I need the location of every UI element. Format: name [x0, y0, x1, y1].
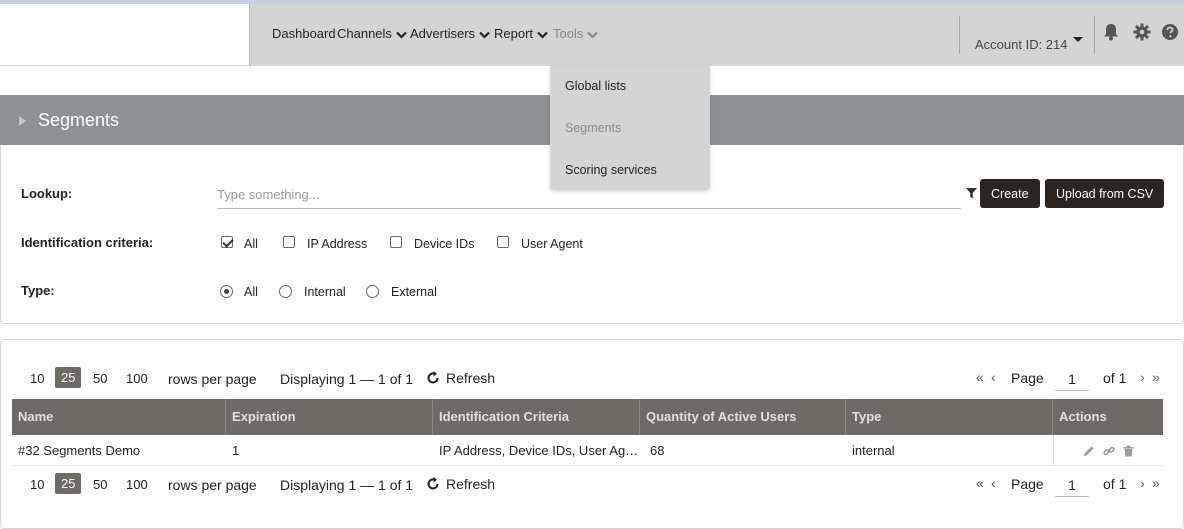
refresh-icon — [427, 477, 439, 490]
last-page-icon[interactable]: » — [1152, 475, 1160, 491]
upload-csv-button[interactable]: Upload from CSV — [1045, 179, 1165, 208]
refresh-button[interactable]: Refresh — [426, 370, 495, 386]
delete-trash-icon[interactable] — [1123, 444, 1134, 462]
column-header-expiration[interactable]: Expiration — [226, 399, 433, 435]
cell-criteria: IP Address, Device IDs, User Agent — [439, 443, 640, 458]
page-size-25[interactable]: 25 — [55, 367, 82, 388]
nav-report[interactable]: Report — [494, 26, 548, 42]
next-page-icon[interactable]: › — [1140, 369, 1145, 385]
gear-icon[interactable] — [1133, 23, 1151, 46]
page-of-label: of 1 — [1103, 370, 1127, 386]
page-of-label: of 1 — [1103, 476, 1127, 492]
menu-item-global-lists[interactable]: Global lists — [565, 79, 626, 93]
refresh-button[interactable]: Refresh — [426, 476, 495, 492]
cell-expiration: 1 — [232, 443, 240, 458]
ident-all-checkbox[interactable] — [221, 236, 233, 248]
ident-useragent-label[interactable]: User Agent — [521, 237, 583, 251]
table-row[interactable]: #32 Segments Demo 1 IP Address, Device I… — [12, 435, 1163, 466]
ident-ip-label[interactable]: IP Address — [307, 237, 367, 251]
column-header-name[interactable]: Name — [12, 399, 226, 435]
first-page-icon[interactable]: « — [976, 475, 984, 491]
page-label: Page — [1011, 370, 1044, 386]
rows-per-page-label: rows per page — [168, 477, 257, 493]
section-title: Segments — [38, 110, 120, 130]
bell-icon[interactable] — [1103, 23, 1119, 46]
chevron-down-icon — [479, 27, 490, 42]
type-label: Type: — [21, 283, 55, 298]
page-size-25[interactable]: 25 — [55, 473, 82, 494]
chevron-down-icon — [537, 27, 548, 42]
cell-quantity: 68 — [650, 443, 665, 458]
type-external-label[interactable]: External — [391, 285, 437, 299]
filter-icon[interactable] — [966, 186, 977, 204]
next-page-icon[interactable]: › — [1140, 475, 1145, 491]
prev-page-icon[interactable]: ‹ — [991, 475, 996, 491]
page-size-50[interactable]: 50 — [93, 371, 107, 386]
displaying-text: Displaying 1 — 1 of 1 — [280, 371, 414, 387]
menu-item-segments[interactable]: Segments — [565, 121, 621, 135]
caret-down-icon[interactable] — [1073, 30, 1083, 48]
type-all-label[interactable]: All — [244, 285, 258, 299]
nav-separator — [1094, 16, 1095, 54]
navbar: Dashboard Channels Advertisers Report To… — [249, 4, 1184, 66]
page-number-input[interactable] — [1055, 473, 1089, 497]
displaying-text: Displaying 1 — 1 of 1 — [280, 477, 414, 493]
chevron-down-icon — [396, 27, 407, 42]
cell-actions — [1053, 435, 1163, 466]
lookup-label: Lookup: — [21, 186, 73, 201]
cell-name: #32 Segments Demo — [18, 443, 141, 458]
first-page-icon[interactable]: « — [976, 369, 984, 385]
nav-channels[interactable]: Channels — [337, 26, 407, 42]
page-size-10[interactable]: 10 — [30, 371, 44, 386]
pager-bottom: 10 25 50 100 rows per page Displaying 1 … — [0, 473, 1184, 499]
nav-separator — [959, 16, 960, 54]
ident-all-label[interactable]: All — [244, 237, 258, 251]
header: Dashboard Channels Advertisers Report To… — [0, 4, 1184, 66]
cell-type: internal — [852, 443, 895, 458]
logo-area — [0, 4, 249, 66]
chevron-down-icon — [587, 27, 599, 42]
nav-dashboard[interactable]: Dashboard — [272, 26, 336, 41]
ident-useragent-checkbox[interactable] — [497, 236, 509, 248]
page-number-input[interactable] — [1055, 367, 1089, 391]
type-internal-radio[interactable] — [279, 285, 292, 298]
help-icon[interactable] — [1161, 23, 1179, 46]
nav-tools[interactable]: Tools — [553, 26, 599, 42]
page-size-100[interactable]: 100 — [126, 477, 148, 492]
create-button[interactable]: Create — [980, 179, 1040, 208]
pager-top: 10 25 50 100 rows per page Displaying 1 … — [0, 367, 1184, 393]
column-header-criteria[interactable]: Identification Criteria — [433, 399, 640, 435]
table-header: Name Expiration Identification Criteria … — [12, 399, 1163, 435]
page-size-50[interactable]: 50 — [93, 477, 107, 492]
refresh-icon — [427, 371, 439, 384]
collapse-triangle-icon[interactable] — [19, 116, 26, 126]
last-page-icon[interactable]: » — [1152, 369, 1160, 385]
ident-ip-checkbox[interactable] — [283, 236, 295, 248]
column-header-actions[interactable]: Actions — [1053, 399, 1163, 435]
type-all-radio[interactable] — [220, 285, 233, 298]
ident-device-label[interactable]: Device IDs — [414, 237, 474, 251]
type-internal-label[interactable]: Internal — [304, 285, 346, 299]
nav-advertisers[interactable]: Advertisers — [410, 26, 490, 42]
identification-criteria-label: Identification criteria: — [21, 235, 154, 250]
prev-page-icon[interactable]: ‹ — [991, 369, 996, 385]
tools-dropdown-menu: Global lists Segments Scoring services — [550, 66, 710, 190]
page-label: Page — [1011, 476, 1044, 492]
rows-per-page-label: rows per page — [168, 371, 257, 387]
page-size-10[interactable]: 10 — [30, 477, 44, 492]
page-size-100[interactable]: 100 — [126, 371, 148, 386]
link-icon[interactable] — [1103, 444, 1115, 462]
menu-item-scoring-services[interactable]: Scoring services — [565, 163, 657, 177]
type-external-radio[interactable] — [366, 285, 379, 298]
column-header-type[interactable]: Type — [846, 399, 1053, 435]
edit-pencil-icon[interactable] — [1083, 444, 1095, 462]
account-selector[interactable]: Account ID: 214 — [975, 37, 1068, 52]
ident-device-checkbox[interactable] — [390, 236, 402, 248]
column-header-quantity[interactable]: Quantity of Active Users — [640, 399, 846, 435]
